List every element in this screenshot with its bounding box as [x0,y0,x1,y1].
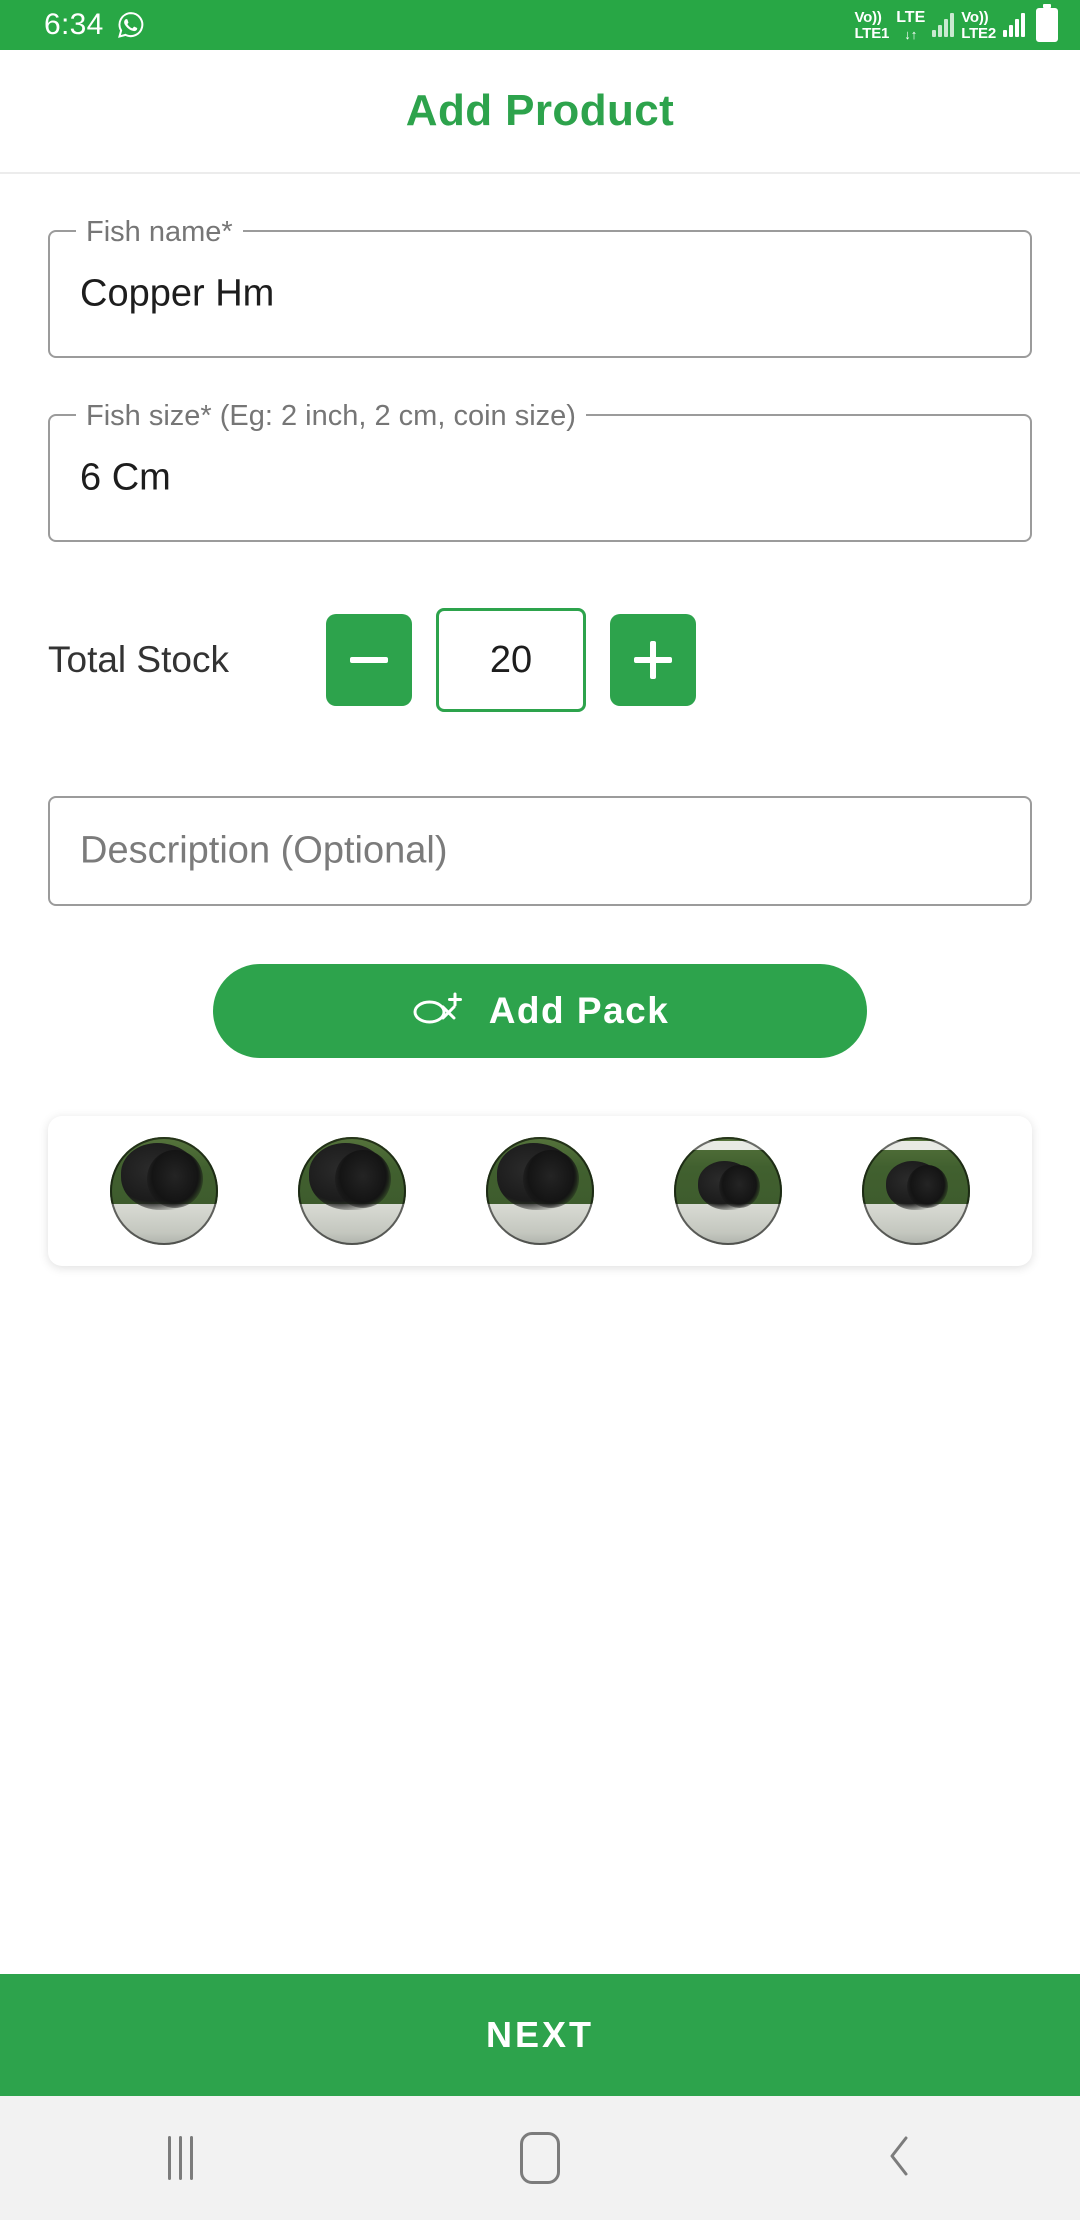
sim1-volte-label: Vo)) [854,8,882,26]
add-pack-label: Add Pack [488,990,670,1031]
app-screen: 6:34 Vo)) LTE1 LTE ↓↑ Vo)) LTE2 Add Prod… [0,0,1080,2220]
description-field[interactable]: Description (Optional) [48,796,1032,906]
stock-value: 20 [489,638,533,681]
sim2-network-label: LTE2 [961,24,996,42]
fish-name-field[interactable]: Fish name* Copper Hm [48,216,1032,358]
status-bar-right: Vo)) LTE1 LTE ↓↑ Vo)) LTE2 [854,4,1058,42]
lte-label: LTE [896,8,926,26]
fish-size-field[interactable]: Fish size* (Eg: 2 inch, 2 cm, coin size)… [48,400,1032,542]
stock-decrement-button[interactable] [326,614,412,706]
home-button[interactable] [450,2096,630,2220]
app-bar: Add Product [0,50,1080,174]
battery-icon [1036,4,1058,42]
add-pack-button[interactable]: Add Pack [213,964,867,1058]
next-button-label: NEXT [485,2014,594,2055]
fish-name-label: Fish name* [76,216,243,248]
product-image-5[interactable] [862,1137,970,1245]
whatsapp-icon [116,10,146,40]
fish-size-label: Fish size* (Eg: 2 inch, 2 cm, coin size) [76,400,586,432]
fish-plus-icon [411,990,465,1033]
status-bar: 6:34 Vo)) LTE1 LTE ↓↑ Vo)) LTE2 [0,0,1080,50]
sim1-status: Vo)) LTE1 [854,10,889,41]
product-image-1[interactable] [110,1137,218,1245]
minus-icon [350,657,388,663]
product-image-3[interactable] [486,1137,594,1245]
next-button[interactable]: NEXT [0,1974,1080,2096]
status-bar-left: 6:34 [44,8,146,42]
product-image-2[interactable] [298,1137,406,1245]
product-images-strip [48,1116,1032,1266]
total-stock-label: Total Stock [48,639,229,680]
back-button[interactable] [810,2096,990,2220]
back-chevron-icon [882,2132,918,2185]
signal-bars-sim2-icon [1003,13,1025,37]
product-image-4[interactable] [674,1137,782,1245]
stock-increment-button[interactable] [610,614,696,706]
home-icon [520,2132,560,2184]
description-placeholder: Description (Optional) [80,829,448,872]
sim1-network-label: LTE1 [854,24,890,42]
status-clock: 6:34 [44,8,104,41]
system-navigation-bar [0,2096,1080,2220]
fish-name-value: Copper Hm [80,272,275,315]
data-transfer-icon: ↓↑ [904,26,918,42]
fish-size-value: 6 Cm [80,456,171,499]
sim2-status: Vo)) LTE2 [961,10,996,41]
form-content: Fish name* Copper Hm Fish size* (Eg: 2 i… [0,174,1080,1974]
lte-indicator: LTE ↓↑ [896,8,926,42]
total-stock-row: Total Stock 20 [48,600,1032,720]
signal-bars-sim1-icon [932,13,955,37]
sim2-volte-label: Vo)) [961,8,989,26]
recents-button[interactable] [90,2096,270,2220]
plus-icon [634,641,672,679]
recents-icon [167,2136,193,2180]
page-title: Add Product [405,86,675,135]
stock-value-input[interactable]: 20 [436,608,586,712]
